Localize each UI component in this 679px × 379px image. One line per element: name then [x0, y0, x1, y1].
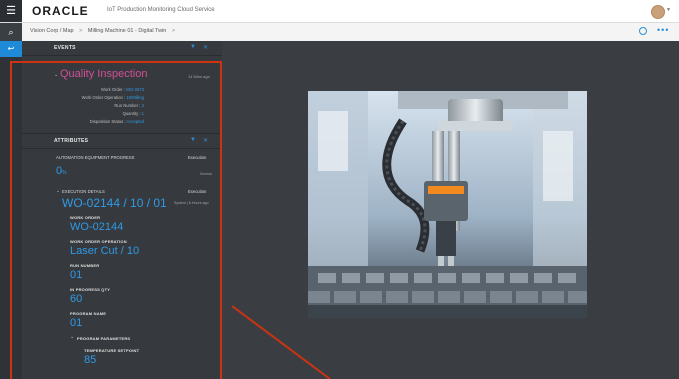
execution-value: WO-02144 / 10 / 01 — [62, 196, 167, 210]
user-avatar-icon[interactable] — [651, 5, 665, 19]
event-time: 14 Mins ago — [188, 74, 210, 79]
program-name-value: 01 — [70, 317, 83, 329]
automation-note: Normal — [200, 172, 212, 176]
execution-details-label[interactable]: EXECUTION DETAILS — [62, 189, 105, 194]
automation-status: Execution — [188, 155, 207, 160]
event-field-work-order: Work Order : WO-2573 — [101, 87, 144, 92]
chevron-down-icon[interactable]: ⌄ — [54, 72, 58, 78]
run-number-value: 01 — [70, 269, 83, 281]
in-progress-qty-value: 60 — [70, 293, 83, 305]
breadcrumb-bar: ⌕ Vision Corp / Map > Milling Machine 01… — [0, 23, 679, 42]
breadcrumb-separator: > — [171, 28, 176, 34]
event-field-run-number: Run Number : 3 — [114, 103, 144, 108]
chevron-down-icon[interactable]: ▼ — [666, 7, 671, 13]
back-button[interactable]: ↩ — [0, 41, 22, 57]
program-name-label: PROGRAM NAME — [70, 311, 107, 316]
details-panel: EVENTS ▼ ✕ ⌄ Quality Inspection 14 Mins … — [22, 41, 222, 379]
event-field-quantity: Quantity : 1 — [122, 111, 144, 116]
search-icon[interactable]: ⌕ — [0, 23, 22, 41]
automation-progress-label: AUTOMATION EQUIPMENT PROGRESS — [56, 155, 135, 160]
breadcrumb-item-map[interactable]: Vision Corp / Map — [30, 28, 74, 34]
temperature-setpoint-value: 85 — [84, 354, 97, 366]
execution-meta: System | 8 Hours ago — [174, 201, 209, 205]
oracle-logo: ORACLE — [32, 4, 89, 18]
work-order-value: WO-02144 — [70, 221, 124, 233]
app-title: IoT Production Monitoring Cloud Service — [107, 7, 215, 13]
chevron-down-icon[interactable]: ⌄ — [56, 188, 60, 194]
filter-icon[interactable]: ▼ — [190, 44, 196, 50]
sidebar-strip: ↩ — [0, 41, 22, 379]
work-order-label: WORK ORDER — [70, 215, 101, 220]
event-title[interactable]: Quality Inspection — [60, 68, 147, 80]
machine-photo — [308, 91, 587, 318]
events-header: EVENTS — [54, 45, 76, 51]
work-order-operation-label: WORK ORDER OPERATION — [70, 239, 127, 244]
attributes-header: ATTRIBUTES — [54, 138, 89, 144]
filter-icon[interactable]: ▼ — [190, 137, 196, 143]
automation-value: 0% — [56, 165, 67, 177]
work-order-operation-value: Laser Cut / 10 — [70, 245, 140, 257]
collapse-icon[interactable]: ✕ — [203, 44, 208, 51]
more-options-icon[interactable]: ••• — [657, 25, 669, 35]
run-number-label: RUN NUMBER — [70, 263, 100, 268]
breadcrumb-separator: > — [79, 28, 83, 34]
event-field-disposition: Disposition Status : Accepted — [89, 119, 144, 124]
refresh-icon[interactable] — [639, 27, 647, 35]
temperature-setpoint-label: TEMPERATURE SETPOINT — [84, 348, 140, 353]
breadcrumb-item-digital-twin[interactable]: Milling Machine 01 - Digital Twin — [88, 28, 166, 34]
breadcrumb: Vision Corp / Map > Milling Machine 01 -… — [30, 28, 179, 34]
execution-status: Execution — [188, 189, 207, 194]
top-bar: ☰ ORACLE IoT Production Monitoring Cloud… — [0, 0, 679, 23]
event-field-operation: Work Order Operation : 10/Milling — [81, 95, 144, 100]
events-section-header: EVENTS ▼ ✕ — [22, 41, 222, 56]
program-parameters-label[interactable]: PROGRAM PARAMETERS — [77, 336, 130, 341]
collapse-icon[interactable]: ✕ — [203, 137, 208, 144]
chevron-down-icon[interactable]: ⌄ — [70, 334, 74, 340]
in-progress-qty-label: IN PROGRESS QTY — [70, 287, 111, 292]
hamburger-menu-button[interactable]: ☰ — [0, 0, 22, 22]
attributes-section-header: ATTRIBUTES ▼ ✕ — [22, 133, 222, 149]
